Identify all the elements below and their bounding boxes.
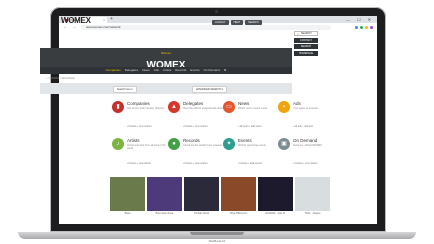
photo-caption: Bako (124, 212, 131, 215)
category-events[interactable]: ✦ Events World's upcoming events ▪ brows… (223, 138, 285, 168)
category-title[interactable]: Ads (293, 101, 301, 106)
search-icon: ⌕ (297, 32, 299, 36)
on-demand-icon: ▣ (278, 138, 290, 150)
photo-caption: NOAVEZ · Qaz M. (265, 212, 286, 215)
nav-item-ads[interactable]: Ads (154, 67, 159, 74)
nav-item-news[interactable]: News (142, 67, 150, 74)
category-title[interactable]: Artists (127, 138, 140, 143)
laptop-notch (190, 232, 244, 235)
side-button-search[interactable]: SEARCH (294, 44, 318, 49)
nav-item-artists[interactable]: Artists (163, 67, 171, 74)
photo-caption: Hilya Hibberson (229, 212, 248, 215)
category-links[interactable]: ▪ browse ▪ new entries (183, 125, 208, 128)
new-tab-icon[interactable]: + (110, 16, 113, 23)
category-records[interactable]: ● Records Check out the world's best rel… (168, 138, 230, 168)
category-links[interactable]: ▪ browse ▪ new artists (127, 162, 151, 165)
delegates-icon: ▲ (168, 101, 180, 113)
category-title[interactable]: Records (183, 138, 200, 143)
records-icon: ● (168, 138, 180, 150)
category-links[interactable]: ▪ browse ▪ add events (238, 162, 262, 165)
category-desc: Meet the world's professionals directory (183, 107, 227, 110)
photo-tile[interactable] (110, 177, 145, 211)
photo-tile[interactable] (221, 177, 256, 211)
category-ads[interactable]: ▪ Ads Your space to promote ▪ all ads ▪ … (278, 101, 340, 131)
category-desc: Sessions, official WOMEX (293, 144, 322, 147)
camera (215, 10, 218, 13)
category-grid: ▮ Companies Get world music industry dir… (52, 101, 322, 171)
photo-caption: Ombak Okolo (193, 212, 210, 215)
nav-item-events[interactable]: Events (190, 67, 199, 74)
url-input[interactable]: www.womex.com/network (81, 24, 331, 30)
search-strip: Search here ▾ ADVANCED SEARCH ▾ (40, 83, 292, 94)
side-panel: ⌕ SEARCH CONTACT SEARCH HOMEPAGE (292, 31, 318, 79)
category-desc: Artists and acts from all around the wor… (127, 144, 166, 150)
extension-icons (355, 25, 373, 29)
photo-caption: Tinhe · Ataane (304, 212, 321, 215)
photo-caption: Bisa Gaa Urosa (155, 212, 174, 215)
category-companies[interactable]: ▮ Companies Get world music industry dir… (112, 101, 174, 131)
side-button-homepage[interactable]: HOMEPAGE (294, 50, 318, 56)
category-links[interactable]: ▪ browse ▪ new videos (293, 162, 317, 165)
help-button[interactable]: HELP (230, 20, 244, 25)
category-title[interactable]: On Demand (293, 138, 317, 143)
category-delegates[interactable]: ▲ Delegates Meet the world's professiona… (168, 101, 230, 131)
header-buttons: LOGOUT HELP SEARCH (212, 20, 262, 25)
artists-icon: ♪ (112, 138, 124, 150)
extension-icon[interactable] (365, 25, 368, 29)
category-title[interactable]: News (238, 101, 249, 106)
category-title[interactable]: Delegates (183, 101, 203, 106)
category-desc: What's new in world music (238, 107, 268, 110)
nav-item-records[interactable]: Records (175, 67, 186, 74)
window-controls[interactable]: — ☐ ✕ (346, 16, 374, 23)
category-artists[interactable]: ♪ Artists Artists and acts from all arou… (112, 138, 174, 168)
category-links[interactable]: ▪ all news ▪ add news (238, 125, 262, 128)
extension-icon[interactable] (360, 25, 363, 29)
ads-icon: ▪ (278, 101, 290, 113)
category-desc: World's upcoming events (238, 144, 266, 147)
category-title[interactable]: Companies (127, 101, 150, 106)
banner: Womex WOMEX (40, 48, 292, 71)
search-dropdown[interactable]: Search here ▾ (113, 85, 137, 93)
advanced-search-dropdown[interactable]: ADVANCED SEARCH ▾ (192, 85, 227, 93)
category-on-demand[interactable]: ▣ On Demand Sessions, official WOMEX ▪ b… (278, 138, 340, 168)
search-button[interactable]: SEARCH (245, 20, 262, 25)
events-icon: ✦ (223, 138, 235, 150)
extension-icon[interactable] (355, 25, 358, 29)
womex-logo[interactable]: WOMEX (58, 16, 91, 25)
featured-photos: Bako Bisa Gaa Urosa Ombak Okolo Hilya Hi… (49, 177, 330, 217)
category-news[interactable]: ▭ News What's new in world music ▪ all n… (223, 101, 285, 131)
settings-icon[interactable]: ⚙ (224, 67, 227, 74)
main-navigation: Companies Delegates News Ads Artists Rec… (40, 67, 292, 74)
photo-tile[interactable] (184, 177, 219, 211)
photo-tile[interactable] (295, 177, 330, 211)
side-button-contact[interactable]: CONTACT (294, 37, 318, 43)
category-links[interactable]: ▪ browse ▪ new entries (183, 162, 208, 165)
logout-button[interactable]: LOGOUT (212, 20, 229, 25)
photo-tile[interactable] (147, 177, 182, 211)
category-title[interactable]: Events (238, 138, 252, 143)
nav-item-delegates[interactable]: Delegates (125, 67, 139, 74)
nav-item-companies[interactable]: Companies (106, 67, 121, 74)
category-links[interactable]: ▪ browse ▪ new entries (127, 125, 152, 128)
profile-icon[interactable] (370, 25, 373, 29)
laptop-label: MacBook Air (208, 239, 226, 243)
side-search-field[interactable]: ⌕ SEARCH (294, 31, 318, 36)
companies-icon: ▮ (112, 101, 124, 113)
breadcrumb[interactable]: ⌂ / WOMEX / Virtual Expo (46, 77, 75, 80)
nav-item-on-demand[interactable]: On Demand (204, 67, 220, 74)
category-desc: Get world music industry directory (127, 107, 165, 110)
category-desc: Check out the world's best releases (183, 144, 223, 147)
news-icon: ▭ (223, 101, 235, 113)
category-desc: Your space to promote (293, 107, 319, 110)
category-links[interactable]: ▪ all ads ▪ add ads (293, 125, 313, 128)
photo-tile[interactable] (258, 177, 293, 211)
